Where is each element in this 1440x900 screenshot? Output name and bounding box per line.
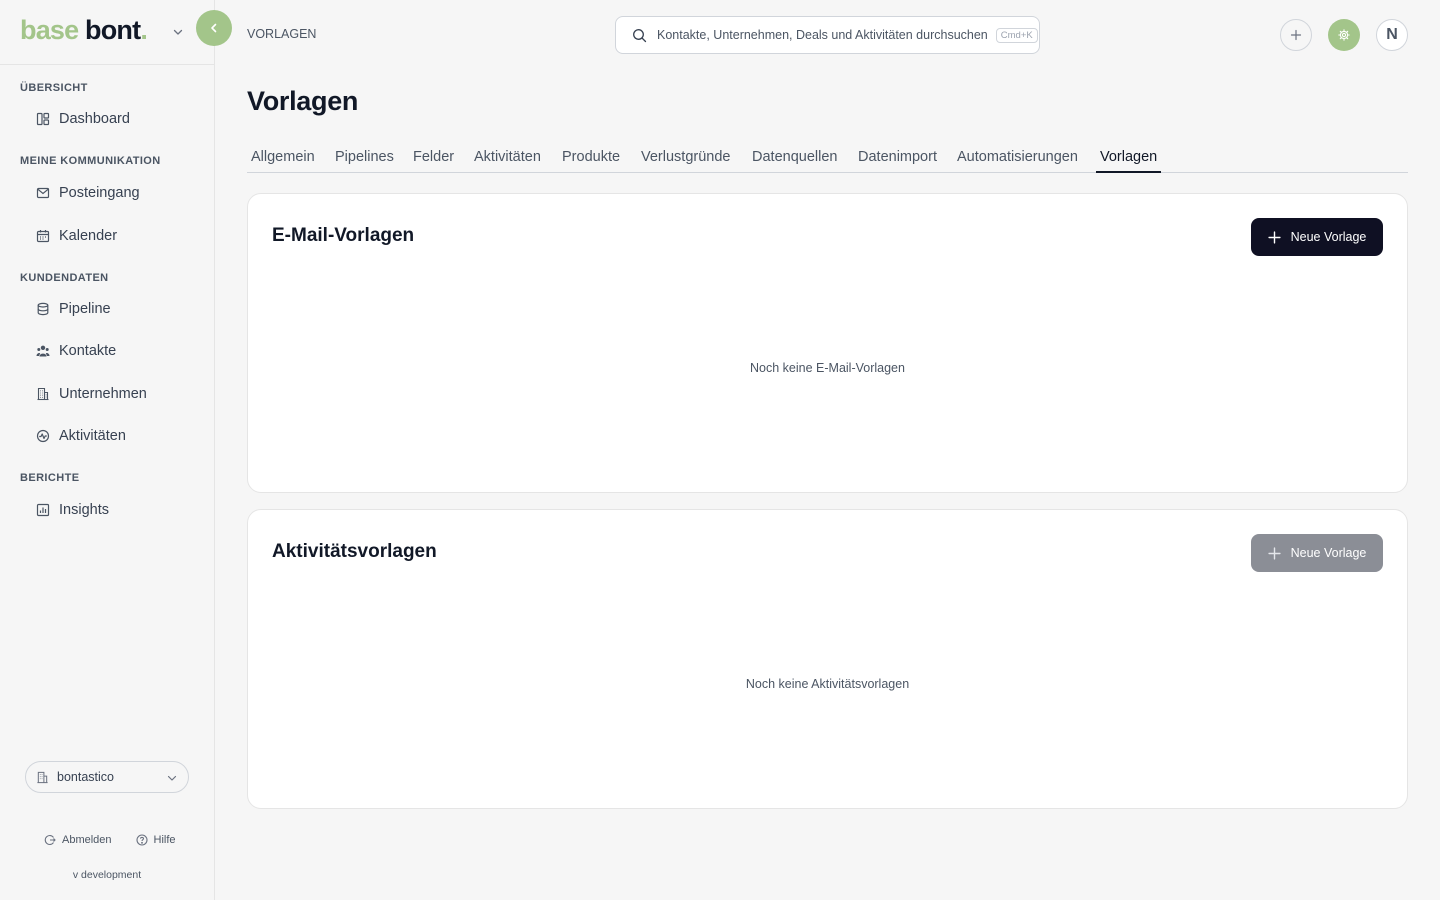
sidebar-item-label: Posteingang: [59, 185, 140, 201]
avatar[interactable]: N: [1376, 19, 1408, 51]
tab-data-sources[interactable]: Datenquellen: [748, 142, 841, 173]
logo-dot: .: [140, 14, 148, 45]
search-placeholder: Kontakte, Unternehmen, Deals und Aktivit…: [657, 28, 988, 42]
breadcrumb: VORLAGEN: [247, 27, 317, 41]
building-icon: [37, 387, 49, 401]
gear-icon: [1338, 29, 1350, 41]
section-label-customer-data: KUNDENDATEN: [20, 272, 109, 284]
new-activity-template-button[interactable]: Neue Vorlage: [1251, 534, 1383, 572]
section-label-overview: ÜBERSICHT: [20, 82, 88, 94]
sidebar-item-inbox[interactable]: Posteingang: [36, 181, 140, 205]
logout-link[interactable]: Abmelden: [44, 834, 112, 846]
tab-templates[interactable]: Vorlagen: [1096, 142, 1162, 173]
card-title: Aktivitätsvorlagen: [272, 541, 437, 562]
plus-icon: [1267, 546, 1281, 560]
chevron-down-icon[interactable]: [172, 26, 184, 38]
settings-tabs: Allgemein Pipelines Felder Aktivitäten P…: [247, 142, 1408, 173]
sidebar-item-activities[interactable]: Aktivitäten: [36, 424, 126, 448]
empty-state: Noch keine Aktivitätsvorlagen: [745, 677, 910, 691]
sidebar-item-label: Unternehmen: [59, 386, 147, 402]
logo-part-bont: bont: [85, 14, 141, 45]
search-shortcut: Cmd+K: [995, 27, 1038, 43]
tab-automations[interactable]: Automatisierungen: [953, 142, 1082, 173]
help-label: Hilfe: [153, 834, 176, 846]
logo[interactable]: base bont.: [20, 14, 148, 46]
tab-products[interactable]: Produkte: [558, 142, 624, 173]
building-icon: [37, 771, 48, 783]
sidebar: base bont. ÜBERSICHT Dashboard MEINE KOM…: [0, 0, 215, 900]
sidebar-item-companies[interactable]: Unternehmen: [36, 382, 147, 406]
mail-icon: [36, 187, 50, 199]
sidebar-item-insights[interactable]: Insights: [36, 498, 109, 522]
tab-pipelines[interactable]: Pipelines: [331, 142, 398, 173]
sidebar-item-label: Pipeline: [59, 301, 111, 317]
logo-part-base: base: [20, 14, 79, 45]
sidebar-item-label: Aktivitäten: [59, 428, 126, 444]
tab-data-import[interactable]: Datenimport: [854, 142, 941, 173]
sidebar-item-dashboard[interactable]: Dashboard: [36, 107, 130, 131]
tab-fields[interactable]: Felder: [409, 142, 458, 173]
chevron-left-icon: [211, 23, 217, 33]
tab-activities[interactable]: Aktivitäten: [470, 142, 545, 173]
new-email-template-button[interactable]: Neue Vorlage: [1251, 218, 1383, 256]
chart-icon: [36, 503, 50, 517]
dashboard-icon: [36, 112, 50, 126]
chevron-down-icon: [167, 775, 177, 781]
database-icon: [37, 302, 49, 316]
section-label-reports: BERICHTE: [20, 472, 80, 484]
sidebar-footer: Abmelden Hilfe: [44, 834, 176, 846]
help-icon: [135, 834, 148, 846]
activity-icon: [36, 429, 50, 443]
sidebar-item-label: Insights: [59, 502, 109, 518]
sidebar-divider: [0, 64, 214, 65]
button-label: Neue Vorlage: [1290, 230, 1367, 244]
search-icon: [633, 28, 647, 42]
button-label: Neue Vorlage: [1290, 546, 1367, 560]
sidebar-item-pipeline[interactable]: Pipeline: [36, 297, 111, 321]
tab-general[interactable]: Allgemein: [247, 142, 319, 173]
organization-name: bontastico: [57, 770, 114, 784]
sidebar-item-label: Dashboard: [59, 111, 130, 127]
collapse-sidebar-button[interactable]: [196, 10, 232, 46]
logout-label: Abmelden: [62, 834, 112, 846]
plus-icon: [1290, 29, 1302, 41]
help-link[interactable]: Hilfe: [135, 834, 176, 846]
activity-templates-card: Aktivitätsvorlagen Neue Vorlage Noch kei…: [247, 509, 1408, 809]
card-title: E-Mail-Vorlagen: [272, 225, 415, 246]
tab-loss-reasons[interactable]: Verlustgründe: [637, 142, 734, 173]
organization-select[interactable]: bontastico: [25, 761, 189, 793]
section-label-communication: MEINE KOMMUNIKATION: [20, 155, 161, 167]
email-templates-card: E-Mail-Vorlagen Neue Vorlage Noch keine …: [247, 193, 1408, 493]
search-input[interactable]: Kontakte, Unternehmen, Deals und Aktivit…: [615, 16, 1040, 54]
users-icon: [36, 345, 50, 357]
sidebar-item-label: Kontakte: [59, 343, 117, 359]
logout-icon: [44, 835, 56, 845]
empty-state: Noch keine E-Mail-Vorlagen: [750, 361, 905, 375]
settings-button[interactable]: [1328, 19, 1360, 51]
page-title: Vorlagen: [247, 86, 359, 116]
quick-add-button[interactable]: [1280, 19, 1312, 51]
sidebar-item-calendar[interactable]: Kalender: [36, 224, 117, 248]
version-label: v development: [72, 869, 142, 881]
calendar-icon: [36, 230, 50, 243]
sidebar-item-label: Kalender: [59, 228, 118, 244]
plus-icon: [1267, 230, 1281, 244]
sidebar-item-contacts[interactable]: Kontakte: [36, 339, 116, 363]
